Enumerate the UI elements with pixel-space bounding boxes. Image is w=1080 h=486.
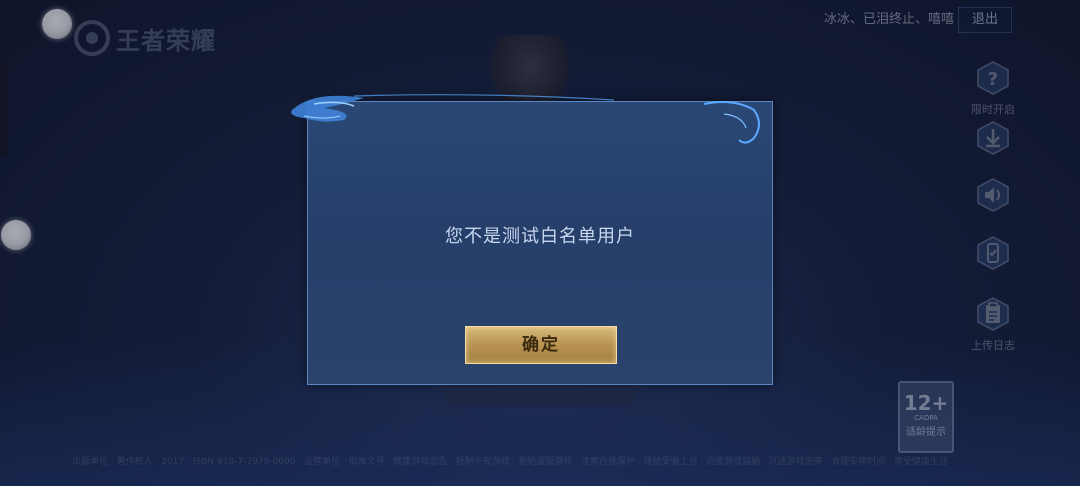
confirm-button[interactable]: 确定 bbox=[465, 326, 617, 364]
dialog-message: 您不是测试白名单用户 bbox=[445, 226, 635, 247]
alert-dialog: 您不是测试白名单用户 确定 bbox=[291, 94, 773, 385]
cloud-ornament-icon bbox=[291, 94, 760, 144]
